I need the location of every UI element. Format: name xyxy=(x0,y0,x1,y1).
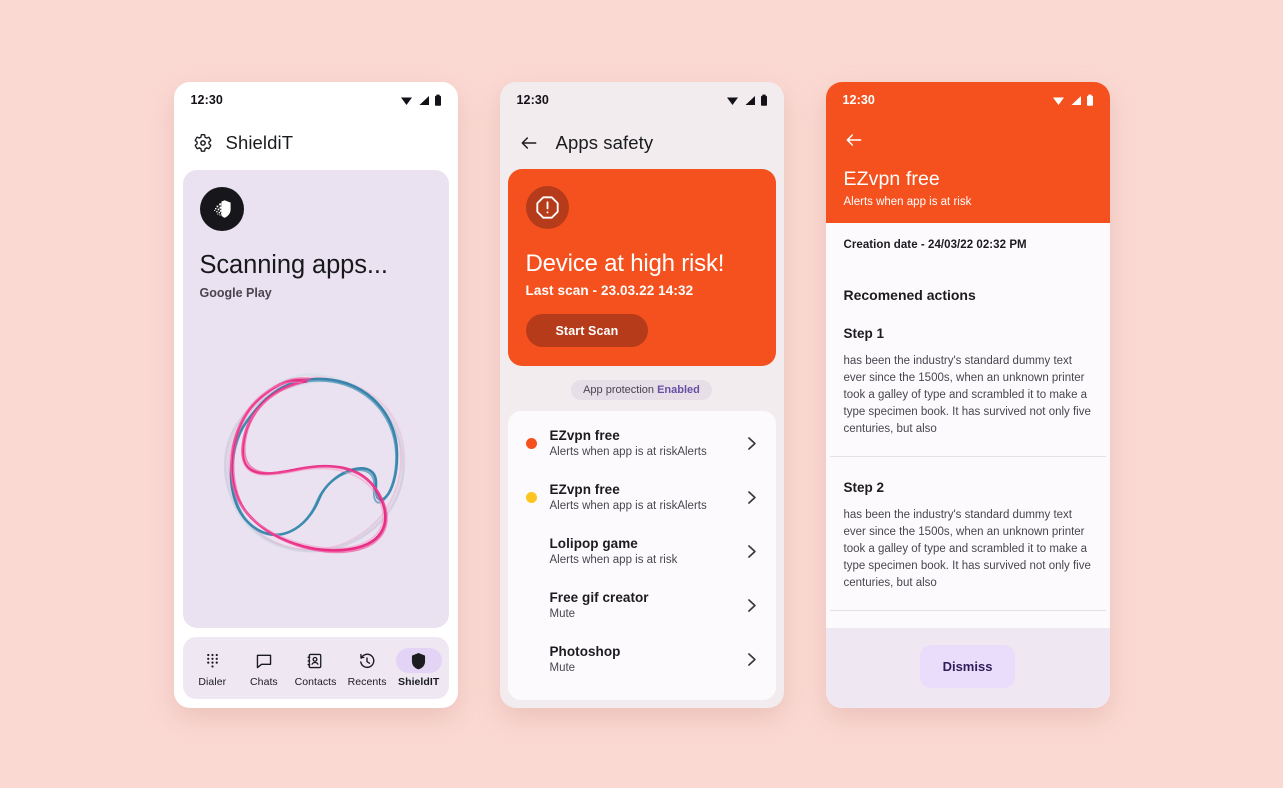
status-badge: App protection Enabled xyxy=(571,380,712,400)
dialpad-icon xyxy=(189,648,235,673)
status-bar: 12:30 xyxy=(174,82,458,118)
page-title: ShieldiT xyxy=(225,132,294,153)
detail-subtitle: Alerts when app is at risk xyxy=(843,196,972,208)
phone-app-detail-screen: 12:30 EZvpn free Alerts when app is at r… xyxy=(825,82,1110,708)
chevron-right-icon xyxy=(747,652,756,666)
phone-mockups-stage: 12:30 ShieldiT Scanning apps... Google P… xyxy=(0,0,1283,788)
scanning-card: Scanning apps... Google Play xyxy=(182,170,449,628)
contacts-icon xyxy=(292,648,338,673)
signal-icon xyxy=(419,95,429,105)
battery-icon xyxy=(760,94,767,106)
sidebar-item-contacts[interactable]: Contacts xyxy=(290,648,342,688)
detail-title: EZvpn free xyxy=(843,168,940,190)
app-name: Lolipop game xyxy=(549,536,638,551)
status-bar: 12:30 xyxy=(825,82,1110,118)
app-name: Photoshop xyxy=(549,644,621,659)
sidebar-item-label: Contacts xyxy=(294,676,337,688)
gear-icon[interactable] xyxy=(193,133,213,153)
battery-icon xyxy=(434,94,441,106)
sidebar-item-label: Recents xyxy=(347,676,387,688)
app-protection-row: App protection Enabled xyxy=(500,366,784,411)
step-body: has been the industry's standard dummy t… xyxy=(843,509,1091,590)
list-item[interactable]: Lolipop game Alerts when app is at risk xyxy=(508,524,776,578)
wifi-icon xyxy=(726,97,738,105)
app-description: Alerts when app is at risk xyxy=(549,554,678,566)
status-time: 12:30 xyxy=(516,93,549,107)
sidebar-item-chats[interactable]: Chats xyxy=(238,648,290,688)
bottom-navigation: Dialer Chats Contacts Recents ShieldIT xyxy=(182,637,449,699)
step-title: Step 2 xyxy=(843,480,885,496)
status-icons xyxy=(400,94,442,107)
detail-body: Creation date - 24/03/22 02:32 PM Recome… xyxy=(825,223,1110,708)
device-risk-card: Device at high risk! Last scan - 23.03.2… xyxy=(507,169,776,366)
chevron-right-icon xyxy=(747,436,756,450)
list-item[interactable]: EZvpn free Alerts when app is at riskAle… xyxy=(508,470,776,524)
risk-dot-icon xyxy=(525,437,537,449)
app-name: Free gif creator xyxy=(549,590,649,605)
creation-date: Creation date - 24/03/22 02:32 PM xyxy=(843,239,1027,251)
step-title: Step 1 xyxy=(843,326,885,341)
risk-dot-icon xyxy=(525,491,537,503)
battery-icon xyxy=(1086,94,1093,106)
page-title: Apps safety xyxy=(555,132,654,153)
last-scan-label: Last scan - 23.03.22 14:32 xyxy=(525,283,694,298)
app-name: EZvpn free xyxy=(549,482,620,497)
risk-dot-placeholder xyxy=(526,600,537,611)
app-protection-status: Enabled xyxy=(657,384,700,396)
risk-title: Device at high risk! xyxy=(525,250,725,277)
sidebar-item-dialer[interactable]: Dialer xyxy=(187,648,239,688)
wifi-icon xyxy=(400,97,412,105)
sidebar-item-label: Chats xyxy=(250,676,278,688)
status-bar: 12:30 xyxy=(500,82,784,118)
risk-dot-placeholder xyxy=(526,654,537,665)
list-item[interactable]: Free gif creator Mute xyxy=(508,578,776,632)
app-description: Alerts when app is at riskAlerts xyxy=(549,446,707,458)
scanning-waveform-rings xyxy=(200,302,432,628)
dismiss-button[interactable]: Dismiss xyxy=(919,645,1016,688)
app-bar: Apps safety xyxy=(500,118,784,169)
app-bar: ShieldiT xyxy=(174,118,458,170)
step-body: has been the industry's standard dummy t… xyxy=(843,355,1091,436)
chat-icon xyxy=(241,648,287,673)
status-icons xyxy=(726,94,768,107)
sidebar-item-label: Dialer xyxy=(198,676,227,688)
chevron-right-icon xyxy=(747,490,756,504)
status-time: 12:30 xyxy=(190,93,223,107)
alert-octagon-icon xyxy=(525,186,569,229)
scan-source-label: Google Play xyxy=(199,285,272,300)
detail-header: EZvpn free Alerts when app is at risk xyxy=(825,118,1110,223)
status-icons xyxy=(1052,94,1094,107)
scan-status-title: Scanning apps... xyxy=(199,251,388,279)
sidebar-item-label: ShieldIT xyxy=(398,676,440,688)
apps-list: EZvpn free Alerts when app is at riskAle… xyxy=(507,411,776,700)
wifi-icon xyxy=(1052,97,1064,105)
history-icon xyxy=(344,648,390,673)
sidebar-item-recents[interactable]: Recents xyxy=(341,648,393,688)
app-name: EZvpn free xyxy=(549,428,620,443)
phone-apps-safety-screen: 12:30 Apps safety Device at high risk! L… xyxy=(499,82,784,708)
sidebar-item-shieldit[interactable]: ShieldIT xyxy=(393,648,445,688)
start-scan-button[interactable]: Start Scan xyxy=(525,314,649,347)
app-protection-label: App protection xyxy=(583,384,655,396)
status-time: 12:30 xyxy=(842,93,875,107)
shield-dissolve-icon xyxy=(199,187,244,231)
risk-dot-placeholder xyxy=(526,546,537,557)
dismiss-bar: Dismiss xyxy=(825,628,1110,708)
shield-icon xyxy=(395,648,442,673)
app-description: Mute xyxy=(549,662,576,674)
list-item[interactable]: EZvpn free Alerts when app is at riskAle… xyxy=(508,416,776,470)
recommended-actions-title: Recomened actions xyxy=(843,287,976,303)
app-description: Mute xyxy=(549,608,576,620)
chevron-right-icon xyxy=(747,544,756,558)
list-item[interactable]: Photoshop Mute xyxy=(508,632,776,686)
signal-icon xyxy=(1071,95,1081,105)
chevron-right-icon xyxy=(747,598,756,612)
phone-scanning-screen: 12:30 ShieldiT Scanning apps... Google P… xyxy=(173,82,458,708)
app-description: Alerts when app is at riskAlerts xyxy=(549,500,707,512)
arrow-left-icon[interactable] xyxy=(844,130,864,150)
arrow-left-icon[interactable] xyxy=(519,133,539,153)
signal-icon xyxy=(745,95,755,105)
